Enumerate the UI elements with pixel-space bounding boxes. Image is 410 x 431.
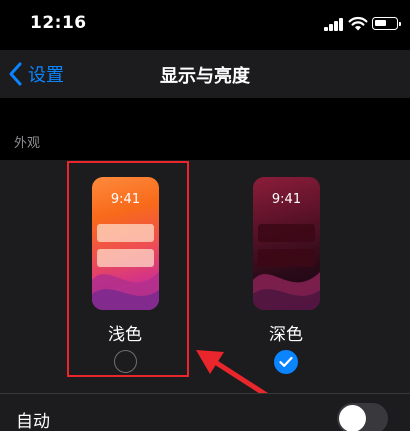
section-label: 外观 [14, 136, 41, 151]
preview-notification [258, 224, 315, 242]
cellular-signal-icon [324, 17, 346, 31]
appearance-section-header: 外观 [0, 98, 410, 160]
highlight-box [67, 161, 189, 377]
toggle-knob [339, 405, 366, 431]
status-bar: 12:16 [0, 0, 410, 50]
preview-notification [258, 249, 315, 267]
auto-label: 自动 [16, 412, 50, 431]
status-time: 12:16 [30, 13, 87, 33]
navigation-bar: 设置 显示与亮度 [0, 50, 410, 98]
auto-toggle[interactable] [337, 403, 388, 431]
battery-icon [372, 17, 401, 30]
page-title: 显示与亮度 [160, 66, 250, 87]
preview-time: 9:41 [271, 192, 302, 207]
dark-mode-preview[interactable]: 9:41 [253, 177, 320, 310]
wifi-icon [348, 16, 368, 31]
auto-row: 自动 [0, 393, 410, 431]
